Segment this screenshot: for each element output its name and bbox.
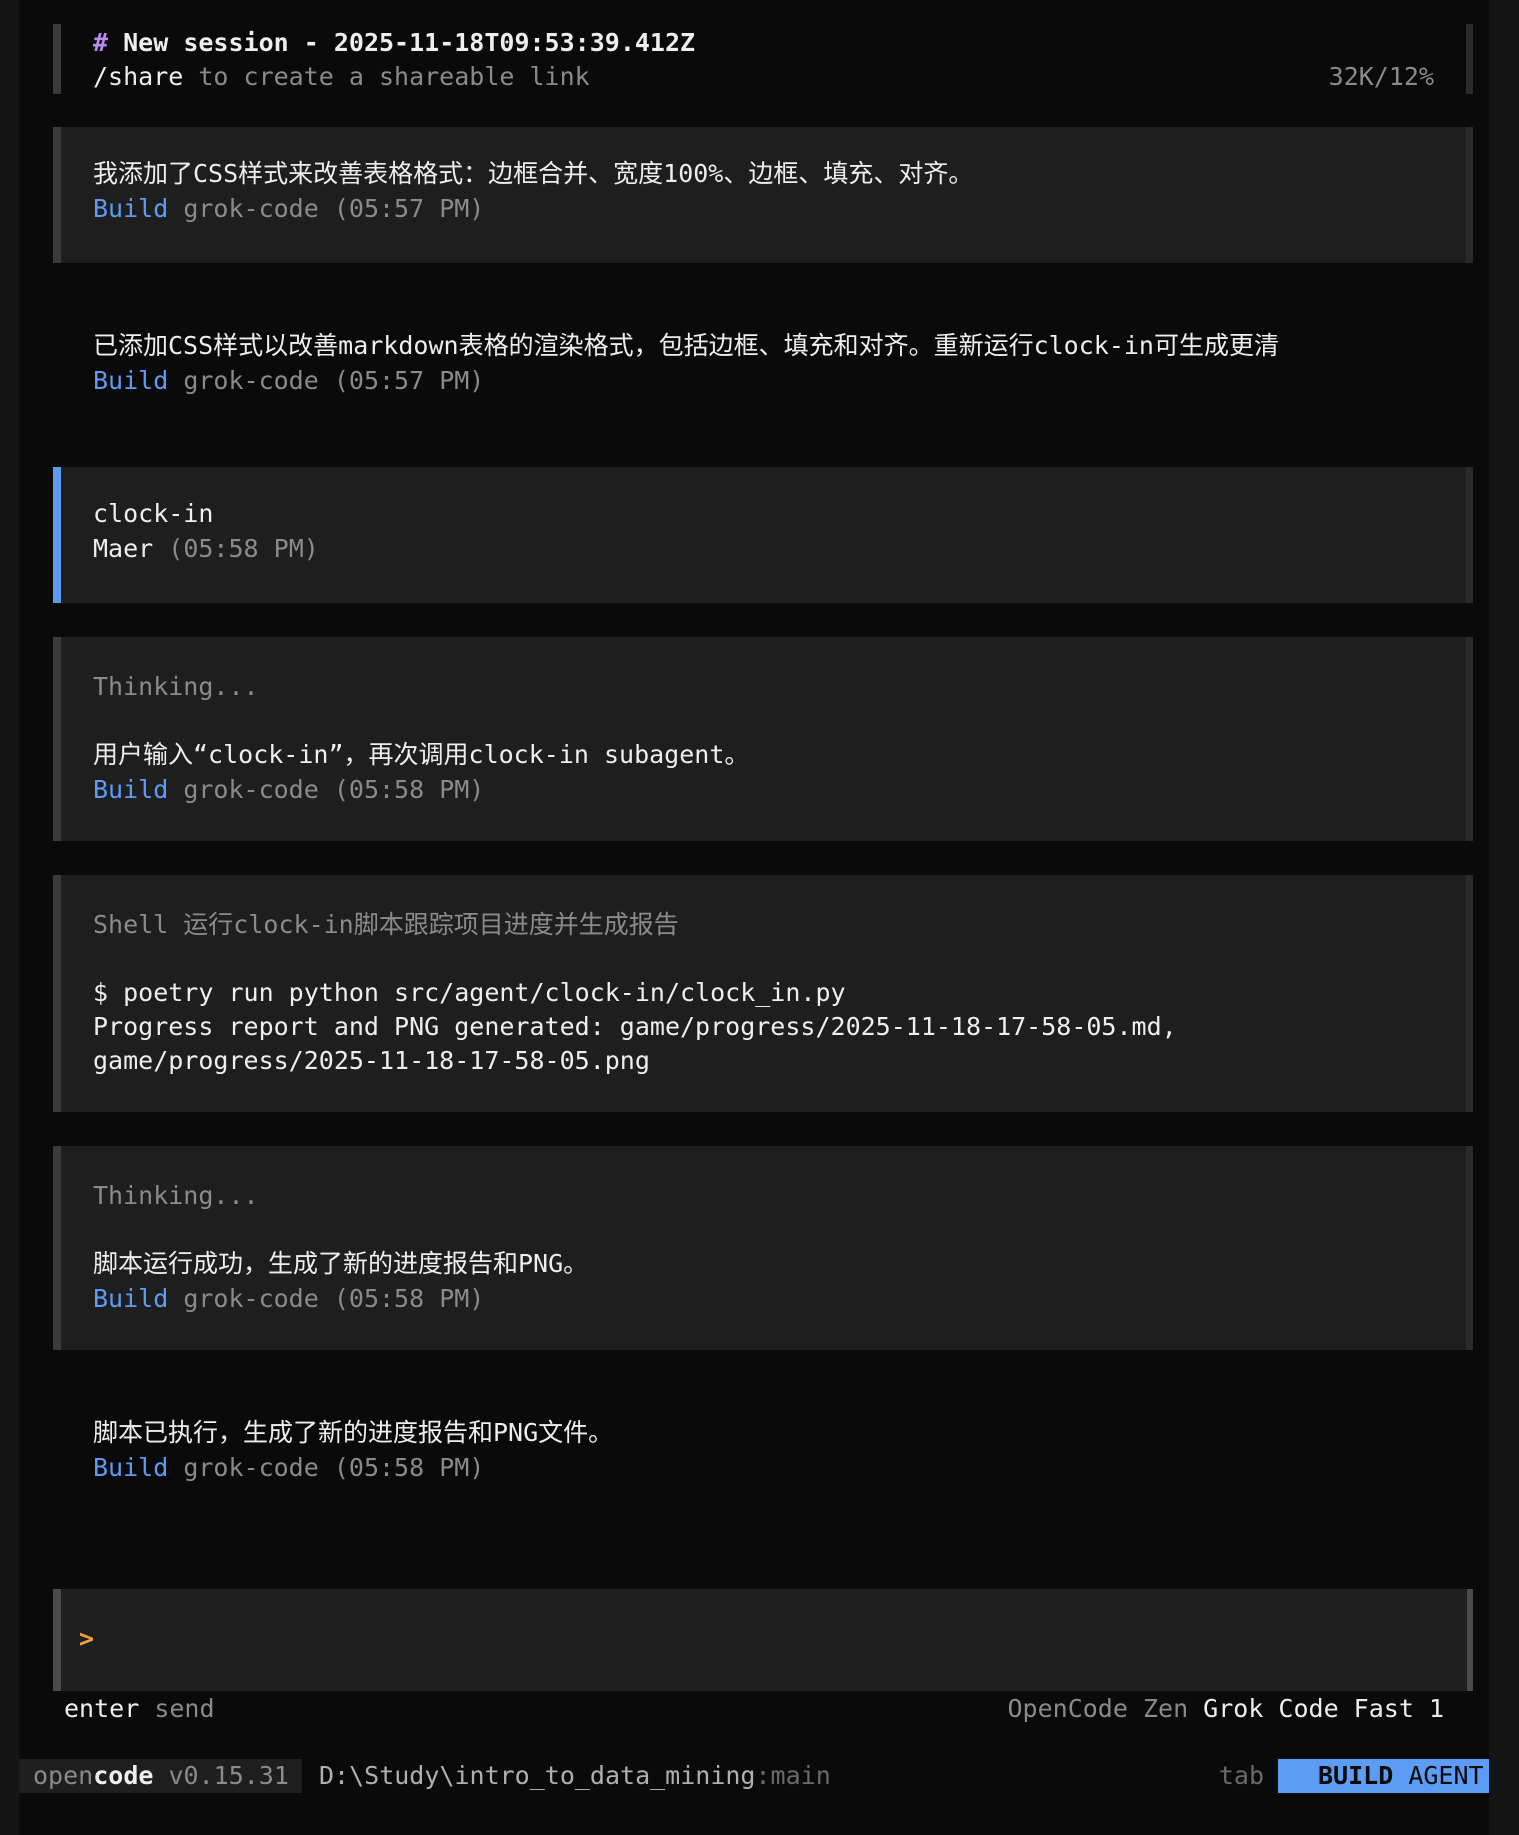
message-meta: Build grok-code (05:58 PM): [93, 775, 485, 804]
prompt-input[interactable]: [113, 1622, 1413, 1656]
session-title: # New session - 2025-11-18T09:53:39.412Z: [93, 28, 696, 57]
shell-command: $ poetry run python src/agent/clock-in/c…: [93, 978, 846, 1007]
assistant-message: 脚本已执行，生成了新的进度报告和PNG文件。 Build grok-code (…: [53, 1402, 1473, 1492]
message-text: 脚本运行成功，生成了新的进度报告和PNG。: [93, 1249, 589, 1278]
user-message-meta: Maer (05:58 PM): [93, 534, 319, 563]
message-text: 脚本已执行，生成了新的进度报告和PNG文件。: [93, 1418, 614, 1447]
agent-mode-badge[interactable]: BUILD AGENT: [1284, 1759, 1489, 1793]
send-hint: enter send: [64, 1694, 215, 1723]
working-directory: D:\Study\intro_to_data_mining:main: [319, 1761, 831, 1790]
thinking-label: Thinking...: [93, 672, 259, 701]
share-command[interactable]: /share: [93, 62, 183, 91]
tool-title: Shell 运行clock-in脚本跟踪项目进度并生成报告: [93, 910, 679, 939]
message-text: 用户输入“clock-in”，再次调用clock-in subagent。: [93, 740, 750, 769]
usage-indicator: 32K/12%: [1328, 62, 1434, 91]
assistant-message: 已添加CSS样式以改善markdown表格的渲染格式，包括边框、填充和对齐。重新…: [53, 315, 1473, 405]
session-header: # New session - 2025-11-18T09:53:39.412Z…: [53, 24, 1473, 94]
message-meta: Build grok-code (05:57 PM): [93, 194, 485, 223]
assistant-message: 我添加了CSS样式来改善表格格式：边框合并、宽度100%、边框、填充、对齐。 B…: [53, 127, 1473, 263]
app-version: opencode v0.15.31: [19, 1759, 302, 1793]
message-meta: Build grok-code (05:57 PM): [93, 366, 485, 395]
hash-icon: #: [93, 28, 109, 57]
shell-output-line: Progress report and PNG generated: game/…: [93, 1012, 1177, 1041]
prompt-chevron-icon: >: [79, 1624, 95, 1653]
message-text: 我添加了CSS样式来改善表格格式：边框合并、宽度100%、边框、填充、对齐。: [93, 159, 974, 188]
model-indicator[interactable]: OpenCode Zen Grok Code Fast 1: [1008, 1692, 1445, 1726]
terminal-window: # New session - 2025-11-18T09:53:39.412Z…: [19, 0, 1489, 1835]
message-meta: Build grok-code (05:58 PM): [93, 1453, 485, 1482]
user-message: clock-in Maer (05:58 PM): [53, 467, 1473, 603]
assistant-message: Thinking... 用户输入“clock-in”，再次调用clock-in …: [53, 637, 1473, 841]
status-bar: opencode v0.15.31 D:\Study\intro_to_data…: [19, 1759, 1489, 1793]
shell-output-line: game/progress/2025-11-18-17-58-05.png: [93, 1046, 650, 1075]
assistant-message: Thinking... 脚本运行成功，生成了新的进度报告和PNG。 Build …: [53, 1146, 1473, 1350]
user-message-text: clock-in: [93, 499, 214, 528]
message-meta: Build grok-code (05:58 PM): [93, 1284, 485, 1313]
share-hint: /share to create a shareable link: [93, 62, 590, 91]
tool-call-shell: Shell 运行clock-in脚本跟踪项目进度并生成报告 $ poetry r…: [53, 875, 1473, 1112]
tab-hint: tab: [1218, 1761, 1264, 1790]
message-text: 已添加CSS样式以改善markdown表格的渲染格式，包括边框、填充和对齐。重新…: [93, 331, 1279, 360]
thinking-label: Thinking...: [93, 1181, 259, 1210]
prompt-input-box[interactable]: >: [53, 1589, 1473, 1691]
